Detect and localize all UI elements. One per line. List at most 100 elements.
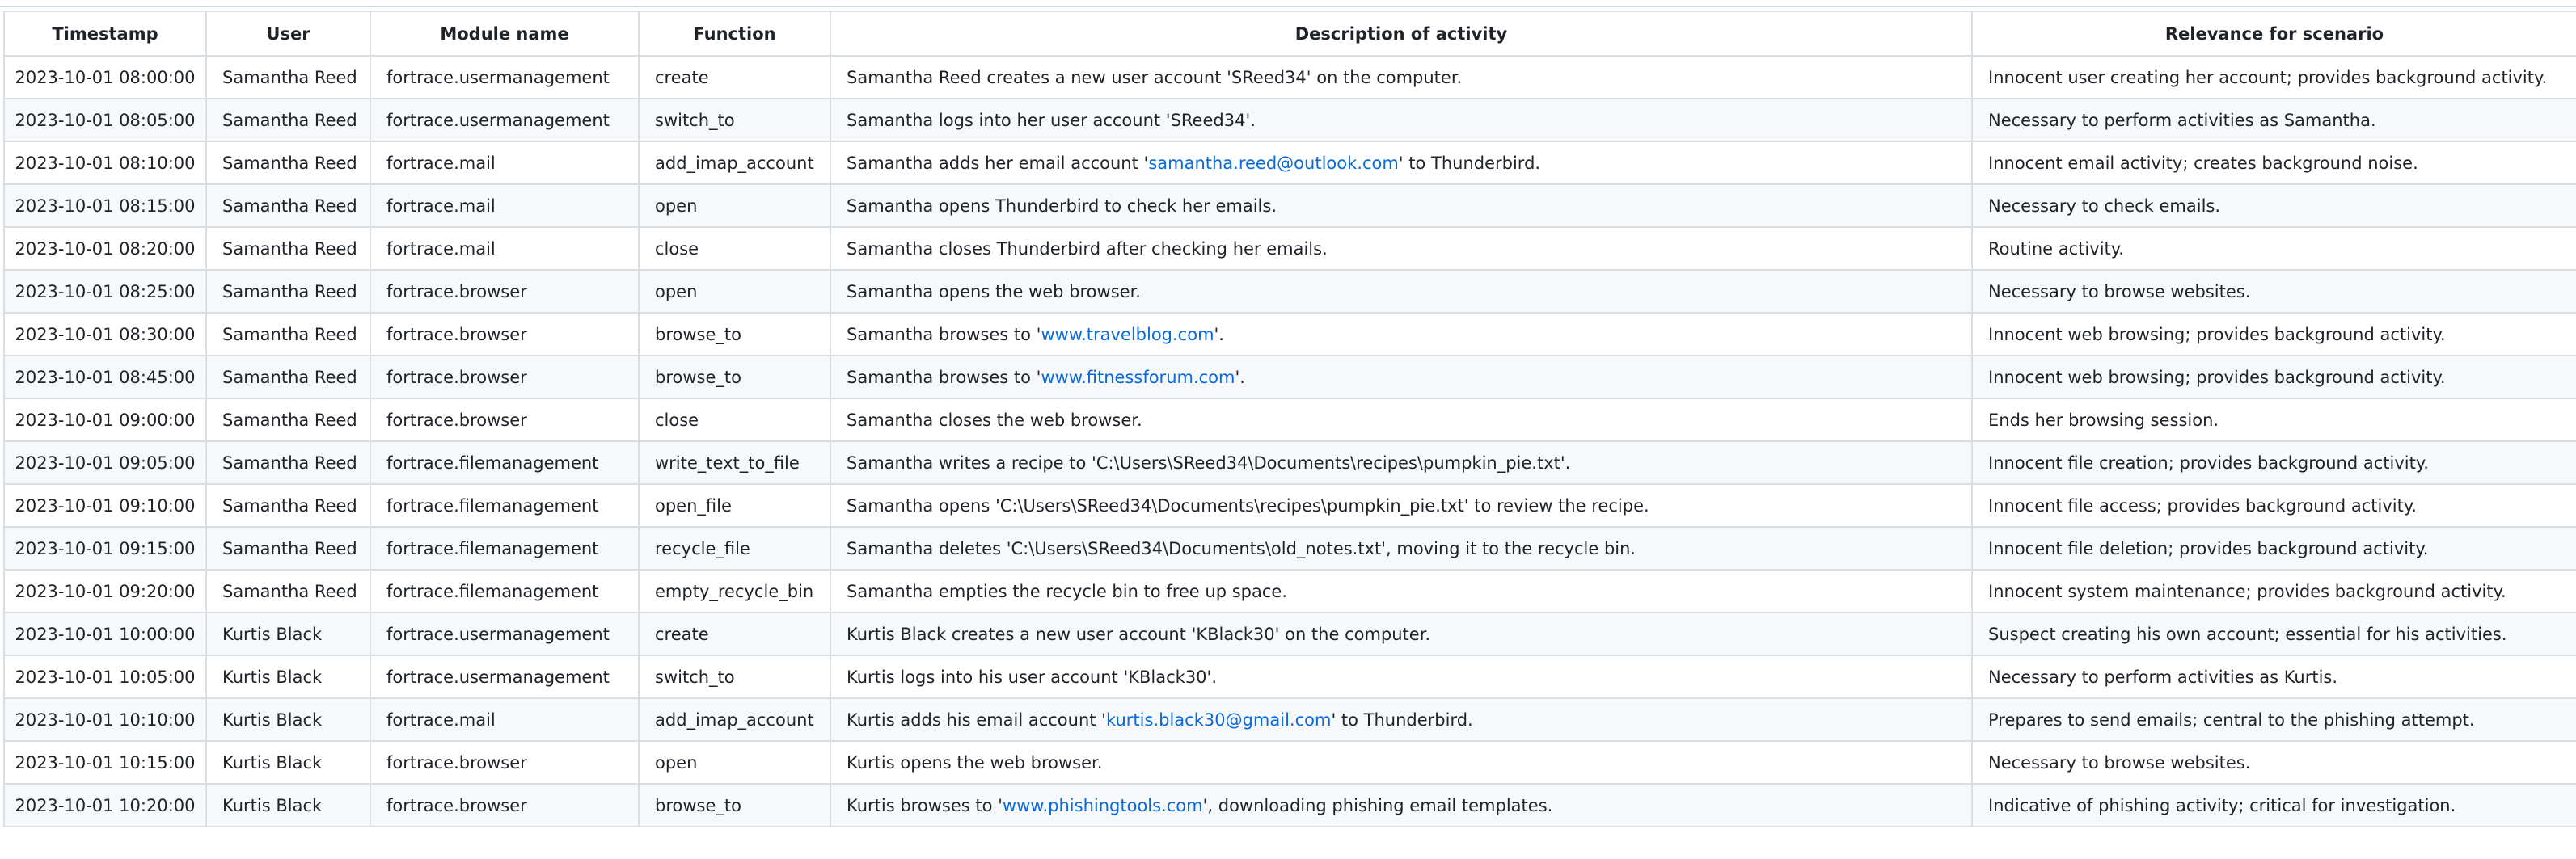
cell-module: fortrace.usermanagement	[370, 655, 640, 699]
cell-description: Samantha opens 'C:\Users\SReed34\Documen…	[830, 483, 1973, 528]
cell-relevance: Innocent web browsing; provides backgrou…	[1971, 355, 2576, 399]
description-text-suffix: ' to Thunderbird.	[1398, 153, 1541, 173]
cell-function: create	[638, 612, 831, 656]
cell-description: Samantha opens Thunderbird to check her …	[830, 183, 1973, 228]
cell-relevance: Innocent file creation; provides backgro…	[1971, 440, 2576, 485]
header-description: Description of activity	[830, 11, 1973, 57]
cell-description: Samantha logs into her user account 'SRe…	[830, 98, 1973, 142]
cell-timestamp: 2023-10-01 10:00:00	[3, 612, 207, 656]
cell-module: fortrace.browser	[370, 398, 640, 442]
cell-user: Kurtis Black	[205, 740, 371, 785]
cell-description: Kurtis opens the web browser.	[830, 740, 1973, 785]
cell-timestamp: 2023-10-01 08:15:00	[3, 183, 207, 228]
cell-user: Kurtis Black	[205, 612, 371, 656]
description-link[interactable]: www.phishingtools.com	[1003, 796, 1203, 815]
cell-module: fortrace.browser	[370, 312, 640, 356]
cell-function: write_text_to_file	[638, 440, 831, 485]
description-link[interactable]: www.travelblog.com	[1041, 325, 1214, 344]
description-text: Samantha opens 'C:\Users\SReed34\Documen…	[847, 495, 1649, 516]
table-row: 2023-10-01 08:10:00 Samantha Reed fortrace…	[3, 141, 2576, 185]
cell-relevance: Prepares to send emails; central to the …	[1971, 697, 2576, 742]
cell-user: Samantha Reed	[205, 98, 371, 142]
cell-description: Samantha empties the recycle bin to free…	[830, 569, 1973, 613]
cell-function: switch_to	[638, 655, 831, 699]
cell-description: Samantha closes Thunderbird after checki…	[830, 226, 1973, 271]
description-text: Samantha closes Thunderbird after checki…	[847, 238, 1328, 259]
cell-description: Samantha browses to 'www.travelblog.com'…	[830, 312, 1973, 356]
cell-module: fortrace.mail	[370, 183, 640, 228]
table-row: 2023-10-01 10:10:00 Kurtis Black fortrace.…	[3, 697, 2576, 742]
cell-timestamp: 2023-10-01 10:20:00	[3, 783, 207, 827]
table-row: 2023-10-01 08:05:00 Samantha Reed fortrace…	[3, 98, 2576, 142]
cell-relevance: Ends her browsing session.	[1971, 398, 2576, 442]
cell-timestamp: 2023-10-01 10:05:00	[3, 655, 207, 699]
cell-user: Samantha Reed	[205, 312, 371, 356]
cell-function: empty_recycle_bin	[638, 569, 831, 613]
description-text: Samantha closes the web browser.	[847, 410, 1142, 430]
description-text: Samantha writes a recipe to 'C:\Users\SR…	[847, 453, 1571, 473]
description-text: Samantha browses to '	[847, 367, 1041, 387]
cell-timestamp: 2023-10-01 08:05:00	[3, 98, 207, 142]
cell-function: create	[638, 55, 831, 99]
cell-description: Samantha opens the web browser.	[830, 269, 1973, 314]
table-row: 2023-10-01 08:00:00 Samantha Reed fortrace…	[3, 55, 2576, 99]
description-link[interactable]: samantha.reed@outlook.com	[1148, 154, 1398, 173]
cell-module: fortrace.mail	[370, 141, 640, 185]
description-link[interactable]: kurtis.black30@gmail.com	[1106, 710, 1331, 730]
table-row: 2023-10-01 08:30:00 Samantha Reed fortrace…	[3, 312, 2576, 356]
cell-relevance: Necessary to check emails.	[1971, 183, 2576, 228]
table-row: 2023-10-01 10:00:00 Kurtis Black fortrace.…	[3, 612, 2576, 656]
cell-module: fortrace.usermanagement	[370, 612, 640, 656]
cell-relevance: Suspect creating his own account; essent…	[1971, 612, 2576, 656]
cell-relevance: Necessary to browse websites.	[1971, 269, 2576, 314]
cell-function: browse_to	[638, 312, 831, 356]
header-timestamp: Timestamp	[3, 11, 207, 57]
cell-relevance: Innocent user creating her account; prov…	[1971, 55, 2576, 99]
description-text: Kurtis adds his email account '	[847, 710, 1106, 730]
cell-relevance: Innocent file access; provides backgroun…	[1971, 483, 2576, 528]
cell-function: add_imap_account	[638, 697, 831, 742]
cell-timestamp: 2023-10-01 09:05:00	[3, 440, 207, 485]
table-row: 2023-10-01 10:05:00 Kurtis Black fortrace.…	[3, 655, 2576, 699]
description-text: Kurtis logs into his user account 'KBlac…	[847, 667, 1217, 687]
cell-relevance: Innocent email activity; creates backgro…	[1971, 141, 2576, 185]
cell-relevance: Indicative of phishing activity; critica…	[1971, 783, 2576, 827]
description-text: Samantha deletes 'C:\Users\SReed34\Docum…	[847, 538, 1636, 558]
description-text: Samantha logs into her user account 'SRe…	[847, 110, 1256, 130]
table-row: 2023-10-01 08:45:00 Samantha Reed fortrace…	[3, 355, 2576, 399]
cell-user: Samantha Reed	[205, 526, 371, 571]
header-user: User	[205, 11, 371, 57]
cell-module: fortrace.browser	[370, 269, 640, 314]
cell-module: fortrace.usermanagement	[370, 55, 640, 99]
cell-function: browse_to	[638, 783, 831, 827]
table-row: 2023-10-01 09:10:00 Samantha Reed fortrace…	[3, 483, 2576, 528]
description-text-suffix: ', downloading phishing email templates.	[1202, 795, 1553, 815]
description-link[interactable]: www.fitnessforum.com	[1041, 368, 1235, 387]
top-divider	[0, 0, 2576, 7]
description-text: Samantha opens Thunderbird to check her …	[847, 196, 1277, 216]
table-row: 2023-10-01 10:20:00 Kurtis Black fortrace.…	[3, 783, 2576, 827]
activity-table-container: Timestamp User Module name Function Desc…	[3, 11, 2576, 827]
cell-user: Samantha Reed	[205, 483, 371, 528]
cell-user: Kurtis Black	[205, 697, 371, 742]
cell-user: Samantha Reed	[205, 269, 371, 314]
table-row: 2023-10-01 08:20:00 Samantha Reed fortrace…	[3, 226, 2576, 271]
description-text: Kurtis opens the web browser.	[847, 752, 1103, 773]
cell-user: Kurtis Black	[205, 783, 371, 827]
cell-function: recycle_file	[638, 526, 831, 571]
cell-function: switch_to	[638, 98, 831, 142]
cell-module: fortrace.mail	[370, 226, 640, 271]
cell-description: Samantha closes the web browser.	[830, 398, 1973, 442]
cell-description: Kurtis adds his email account 'kurtis.bl…	[830, 697, 1973, 742]
cell-relevance: Innocent file deletion; provides backgro…	[1971, 526, 2576, 571]
description-text-suffix: '.	[1235, 367, 1245, 387]
cell-description: Kurtis logs into his user account 'KBlac…	[830, 655, 1973, 699]
cell-timestamp: 2023-10-01 08:10:00	[3, 141, 207, 185]
header-module-name: Module name	[370, 11, 640, 57]
description-text: Samantha empties the recycle bin to free…	[847, 581, 1287, 601]
cell-user: Kurtis Black	[205, 655, 371, 699]
cell-module: fortrace.browser	[370, 740, 640, 785]
table-row: 2023-10-01 08:25:00 Samantha Reed fortrace…	[3, 269, 2576, 314]
cell-user: Samantha Reed	[205, 226, 371, 271]
cell-timestamp: 2023-10-01 09:10:00	[3, 483, 207, 528]
